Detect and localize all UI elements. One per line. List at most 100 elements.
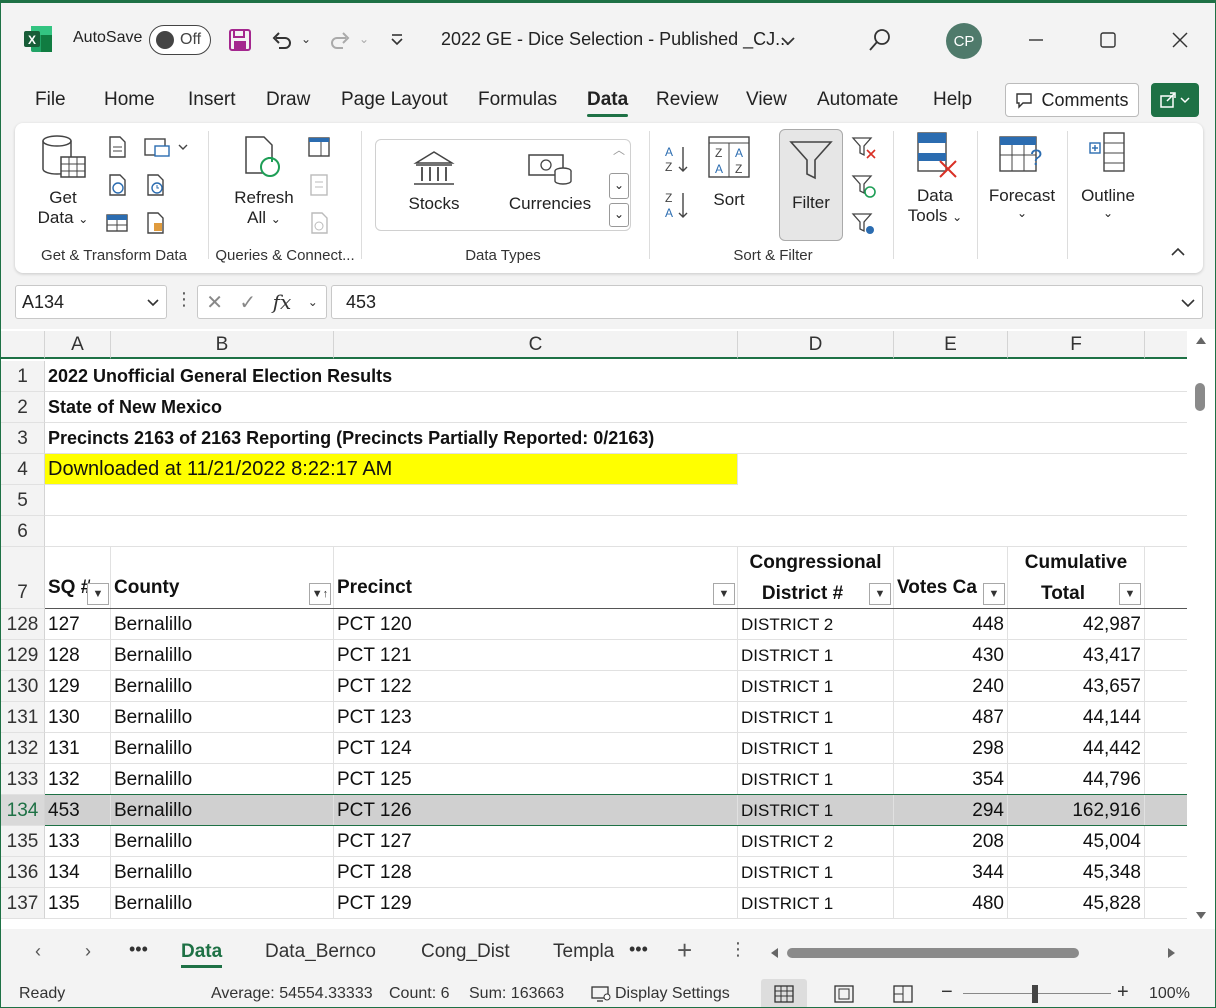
gallery-up-icon[interactable]: ︿	[609, 141, 629, 167]
row-header[interactable]: 132	[1, 733, 45, 764]
more-options-icon[interactable]: ⋮	[175, 289, 193, 315]
status-count[interactable]: Count: 6	[389, 985, 449, 1003]
cell-a[interactable]: 135	[45, 888, 111, 919]
from-picture-icon[interactable]	[143, 135, 189, 161]
formula-input[interactable]: 453	[331, 285, 1203, 319]
cell-c[interactable]: PCT 121	[334, 640, 738, 671]
cell-e[interactable]: 448	[894, 609, 1008, 640]
cell-a[interactable]: 132	[45, 764, 111, 795]
refresh-all-button[interactable]: Refresh All ⌄	[233, 133, 295, 243]
downloaded-at-cell[interactable]: Downloaded at 11/21/2022 8:22:17 AM	[45, 454, 738, 485]
sort-za-icon[interactable]: ZA	[663, 189, 693, 221]
header-precinct[interactable]: Precinct	[334, 547, 738, 609]
row-header[interactable]: 136	[1, 857, 45, 888]
comments-button[interactable]: Comments	[1005, 83, 1139, 117]
cell-f[interactable]: 45,004	[1008, 826, 1145, 857]
cell-b[interactable]: Bernalillo	[111, 733, 334, 764]
cell-c[interactable]: PCT 124	[334, 733, 738, 764]
empty-cell[interactable]	[45, 485, 1187, 516]
header-county[interactable]: County	[111, 547, 334, 609]
cell-e[interactable]: 480	[894, 888, 1008, 919]
row-header[interactable]: 3	[1, 423, 45, 454]
sheet-tab-data-bernco[interactable]: Data_Bernco	[265, 941, 376, 963]
redo-icon[interactable]	[327, 27, 353, 53]
cell-g[interactable]	[1145, 795, 1187, 826]
cell-e[interactable]: 240	[894, 671, 1008, 702]
normal-view-button[interactable]	[761, 979, 807, 1007]
row-header[interactable]: 6	[1, 516, 45, 547]
cell-f[interactable]: 44,144	[1008, 702, 1145, 733]
cell-b[interactable]: Bernalillo	[111, 640, 334, 671]
gallery-down-icon[interactable]: ⌄	[609, 173, 629, 199]
column-header-a[interactable]: A	[45, 331, 111, 359]
insert-function-icon[interactable]: fx	[273, 290, 292, 314]
cell-g[interactable]	[1145, 888, 1187, 919]
cell-d[interactable]: DISTRICT 1	[738, 733, 894, 764]
cell-e[interactable]: 344	[894, 857, 1008, 888]
save-icon[interactable]	[227, 27, 253, 53]
row-header[interactable]: 128	[1, 609, 45, 640]
empty-cell[interactable]	[45, 516, 1187, 547]
cell-f[interactable]: 42,987	[1008, 609, 1145, 640]
row-header[interactable]: 135	[1, 826, 45, 857]
cell-d[interactable]: DISTRICT 1	[738, 857, 894, 888]
minimize-icon[interactable]	[1021, 25, 1051, 55]
tab-insert[interactable]: Insert	[188, 89, 236, 111]
cell-e[interactable]: 430	[894, 640, 1008, 671]
enter-icon[interactable]: ✓	[239, 290, 256, 315]
row-header[interactable]: 129	[1, 640, 45, 671]
filter-dropdown-icon[interactable]: ▼	[869, 583, 891, 605]
row-header[interactable]: 131	[1, 702, 45, 733]
filter-button[interactable]: Filter	[779, 129, 843, 241]
prev-sheet-icon[interactable]: ‹	[35, 941, 41, 962]
cell-e[interactable]: 354	[894, 764, 1008, 795]
row-header[interactable]: 5	[1, 485, 45, 516]
redo-dropdown-icon[interactable]: ⌄	[357, 29, 371, 49]
cell-d[interactable]: DISTRICT 2	[738, 609, 894, 640]
undo-icon[interactable]	[269, 27, 295, 53]
filter-dropdown-icon[interactable]: ▼	[1119, 583, 1141, 605]
row-header[interactable]: 130	[1, 671, 45, 702]
precincts-reporting-cell[interactable]: Precincts 2163 of 2163 Reporting (Precin…	[45, 423, 1187, 454]
cell-c[interactable]: PCT 122	[334, 671, 738, 702]
cell-f[interactable]: 45,828	[1008, 888, 1145, 919]
cell-e[interactable]: 208	[894, 826, 1008, 857]
cell-g[interactable]	[1145, 857, 1187, 888]
row-header[interactable]: 2	[1, 392, 45, 423]
outline-button[interactable]: Outline ⌄	[1075, 131, 1141, 220]
tab-draw[interactable]: Draw	[266, 89, 310, 111]
tab-review[interactable]: Review	[656, 89, 718, 111]
tab-data[interactable]: Data	[587, 89, 629, 117]
column-header-f[interactable]: F	[1008, 331, 1145, 359]
cell-c[interactable]: PCT 125	[334, 764, 738, 795]
cell-c[interactable]: PCT 129	[334, 888, 738, 919]
cell-g[interactable]	[1145, 640, 1187, 671]
cell-d[interactable]: DISTRICT 1	[738, 888, 894, 919]
cell-f[interactable]: 43,657	[1008, 671, 1145, 702]
title-dropdown-icon[interactable]	[779, 31, 797, 51]
tab-help[interactable]: Help	[933, 89, 972, 111]
cell-a[interactable]: 128	[45, 640, 111, 671]
scroll-right-icon[interactable]	[1167, 947, 1177, 959]
filter-dropdown-icon[interactable]: ▼	[87, 583, 109, 605]
display-settings-button[interactable]: Display Settings	[591, 985, 730, 1003]
column-header-e[interactable]: E	[894, 331, 1008, 359]
cell-f[interactable]: 162,916	[1008, 795, 1145, 826]
data-tools-button[interactable]: Data Tools ⌄	[899, 131, 971, 226]
more-tabs-icon[interactable]: •••	[629, 939, 648, 960]
zoom-out-icon[interactable]: −	[941, 981, 953, 1004]
column-header-c[interactable]: C	[334, 331, 738, 359]
cell-f[interactable]: 43,417	[1008, 640, 1145, 671]
tab-view[interactable]: View	[746, 89, 787, 111]
cell-b[interactable]: Bernalillo	[111, 826, 334, 857]
search-icon[interactable]	[865, 25, 895, 55]
customize-toolbar-icon[interactable]	[387, 29, 407, 51]
recent-sources-icon[interactable]	[143, 173, 169, 199]
from-web-icon[interactable]	[105, 173, 131, 199]
vertical-scroll-thumb[interactable]	[1195, 383, 1205, 411]
cell-e[interactable]: 298	[894, 733, 1008, 764]
column-header-g[interactable]	[1145, 331, 1187, 359]
scroll-down-icon[interactable]	[1195, 911, 1207, 921]
cell-d[interactable]: DISTRICT 1	[738, 795, 894, 826]
avatar[interactable]: CP	[946, 23, 982, 59]
